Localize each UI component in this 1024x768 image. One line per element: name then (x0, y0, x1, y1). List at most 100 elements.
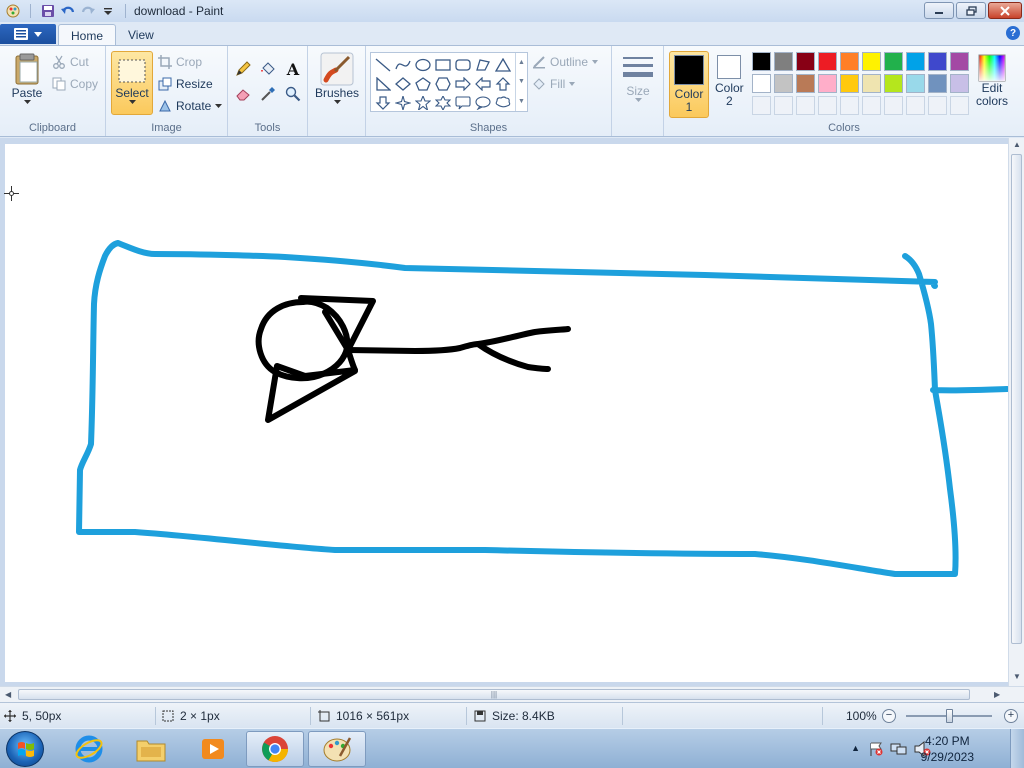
paint-menu-button[interactable] (0, 24, 56, 44)
palette-swatch[interactable] (774, 52, 793, 71)
brushes-button[interactable]: Brushes (314, 52, 360, 104)
crop-button[interactable]: Crop (158, 52, 202, 72)
size-button[interactable]: Size (618, 54, 658, 102)
palette-swatch[interactable] (752, 52, 771, 71)
palette-swatch[interactable] (928, 52, 947, 71)
outline-button[interactable]: Outline (532, 52, 599, 72)
up-arrow-shape-icon[interactable] (493, 74, 513, 93)
triangle-shape-icon[interactable] (493, 55, 513, 74)
text-tool-icon[interactable]: A (282, 58, 304, 80)
system-clock[interactable]: 4:20 PM 9/29/2023 (921, 733, 974, 765)
rounded-rectangle-shape-icon[interactable] (453, 55, 473, 74)
close-button[interactable] (988, 2, 1022, 19)
palette-swatch[interactable] (818, 52, 837, 71)
palette-swatch[interactable] (774, 74, 793, 93)
palette-swatch[interactable] (906, 74, 925, 93)
color1-button[interactable]: Color 1 (669, 51, 709, 118)
scroll-down-icon[interactable]: ▼ (518, 78, 525, 85)
diamond-shape-icon[interactable] (393, 74, 413, 93)
restore-button[interactable] (956, 2, 986, 19)
line-shape-icon[interactable] (373, 55, 393, 74)
redo-icon[interactable] (79, 2, 97, 20)
horizontal-scroll-thumb[interactable]: ||| (18, 689, 970, 700)
drawing-canvas[interactable] (4, 144, 1010, 682)
palette-swatch-empty[interactable] (928, 96, 947, 115)
pentagon-shape-icon[interactable] (413, 74, 433, 93)
palette-swatch[interactable] (752, 74, 771, 93)
scroll-up-arrow-icon[interactable]: ▲ (1013, 140, 1021, 149)
zoom-in-button[interactable]: + (1004, 709, 1018, 723)
palette-swatch[interactable] (928, 74, 947, 93)
save-icon[interactable] (39, 2, 57, 20)
pencil-icon[interactable] (232, 58, 254, 80)
resize-button[interactable]: Resize (158, 74, 213, 94)
right-arrow-shape-icon[interactable] (453, 74, 473, 93)
fill-bucket-icon[interactable] (257, 58, 279, 80)
scroll-down-arrow-icon[interactable]: ▼ (1013, 672, 1021, 681)
vertical-scroll-thumb[interactable] (1011, 154, 1022, 644)
palette-swatch-empty[interactable] (884, 96, 903, 115)
paste-button[interactable]: Paste (8, 52, 46, 104)
taskbar-file-explorer[interactable] (122, 731, 180, 767)
scroll-left-arrow-icon[interactable]: ◀ (5, 690, 11, 699)
palette-swatch[interactable] (950, 52, 969, 71)
hexagon-shape-icon[interactable] (433, 74, 453, 93)
cut-button[interactable]: Cut (52, 52, 89, 72)
palette-swatch-empty[interactable] (774, 96, 793, 115)
palette-swatch-empty[interactable] (950, 96, 969, 115)
rectangle-shape-icon[interactable] (433, 55, 453, 74)
tab-view[interactable]: View (116, 24, 166, 46)
palette-swatch[interactable] (862, 52, 881, 71)
rounded-callout-shape-icon[interactable] (453, 93, 473, 112)
oval-shape-icon[interactable] (413, 55, 433, 74)
polygon-shape-icon[interactable] (473, 55, 493, 74)
horizontal-scrollbar[interactable]: ◀ ||| ▶ (0, 686, 1024, 702)
palette-swatch[interactable] (906, 52, 925, 71)
palette-swatch-empty[interactable] (796, 96, 815, 115)
edit-colors-button[interactable]: Edit colors (976, 54, 1008, 108)
palette-swatch-empty[interactable] (818, 96, 837, 115)
color-picker-icon[interactable] (257, 83, 279, 105)
expand-gallery-icon[interactable]: ▼ (518, 98, 525, 105)
taskbar-paint[interactable] (308, 731, 366, 767)
palette-swatch[interactable] (884, 52, 903, 71)
palette-swatch-empty[interactable] (752, 96, 771, 115)
eraser-icon[interactable] (232, 83, 254, 105)
left-arrow-shape-icon[interactable] (473, 74, 493, 93)
magnifier-icon[interactable] (282, 83, 304, 105)
palette-swatch-empty[interactable] (906, 96, 925, 115)
palette-swatch[interactable] (950, 74, 969, 93)
six-point-star-shape-icon[interactable] (433, 93, 453, 112)
copy-button[interactable]: Copy (52, 74, 98, 94)
palette-swatch[interactable] (840, 74, 859, 93)
paint-app-icon[interactable] (4, 2, 22, 20)
action-center-flag-icon[interactable] (868, 741, 884, 757)
taskbar-internet-explorer[interactable] (60, 731, 118, 767)
network-icon[interactable] (890, 741, 908, 757)
palette-swatch-empty[interactable] (862, 96, 881, 115)
scroll-right-arrow-icon[interactable]: ▶ (994, 690, 1000, 699)
taskbar-chrome[interactable] (246, 731, 304, 767)
zoom-slider-thumb[interactable] (946, 709, 953, 723)
palette-swatch[interactable] (884, 74, 903, 93)
show-hidden-icons-icon[interactable]: ▲ (851, 743, 860, 753)
scroll-up-icon[interactable]: ▲ (518, 59, 525, 66)
five-point-star-shape-icon[interactable] (413, 93, 433, 112)
right-triangle-shape-icon[interactable] (373, 74, 393, 93)
palette-swatch[interactable] (796, 52, 815, 71)
start-button[interactable] (6, 731, 44, 767)
shapes-scroll[interactable]: ▲ ▼ ▼ (515, 53, 527, 111)
four-point-star-shape-icon[interactable] (393, 93, 413, 112)
help-icon[interactable]: ? (1006, 26, 1020, 40)
fill-button[interactable]: Fill (532, 74, 576, 94)
minimize-button[interactable] (924, 2, 954, 19)
color2-button[interactable]: Color 2 (715, 55, 744, 108)
undo-icon[interactable] (59, 2, 77, 20)
curve-shape-icon[interactable] (393, 55, 413, 74)
zoom-out-button[interactable]: − (882, 709, 896, 723)
customize-qat-icon[interactable] (99, 2, 117, 20)
palette-swatch[interactable] (840, 52, 859, 71)
palette-swatch[interactable] (818, 74, 837, 93)
vertical-scrollbar[interactable]: ▲ ▼ (1008, 138, 1024, 686)
oval-callout-shape-icon[interactable] (473, 93, 493, 112)
